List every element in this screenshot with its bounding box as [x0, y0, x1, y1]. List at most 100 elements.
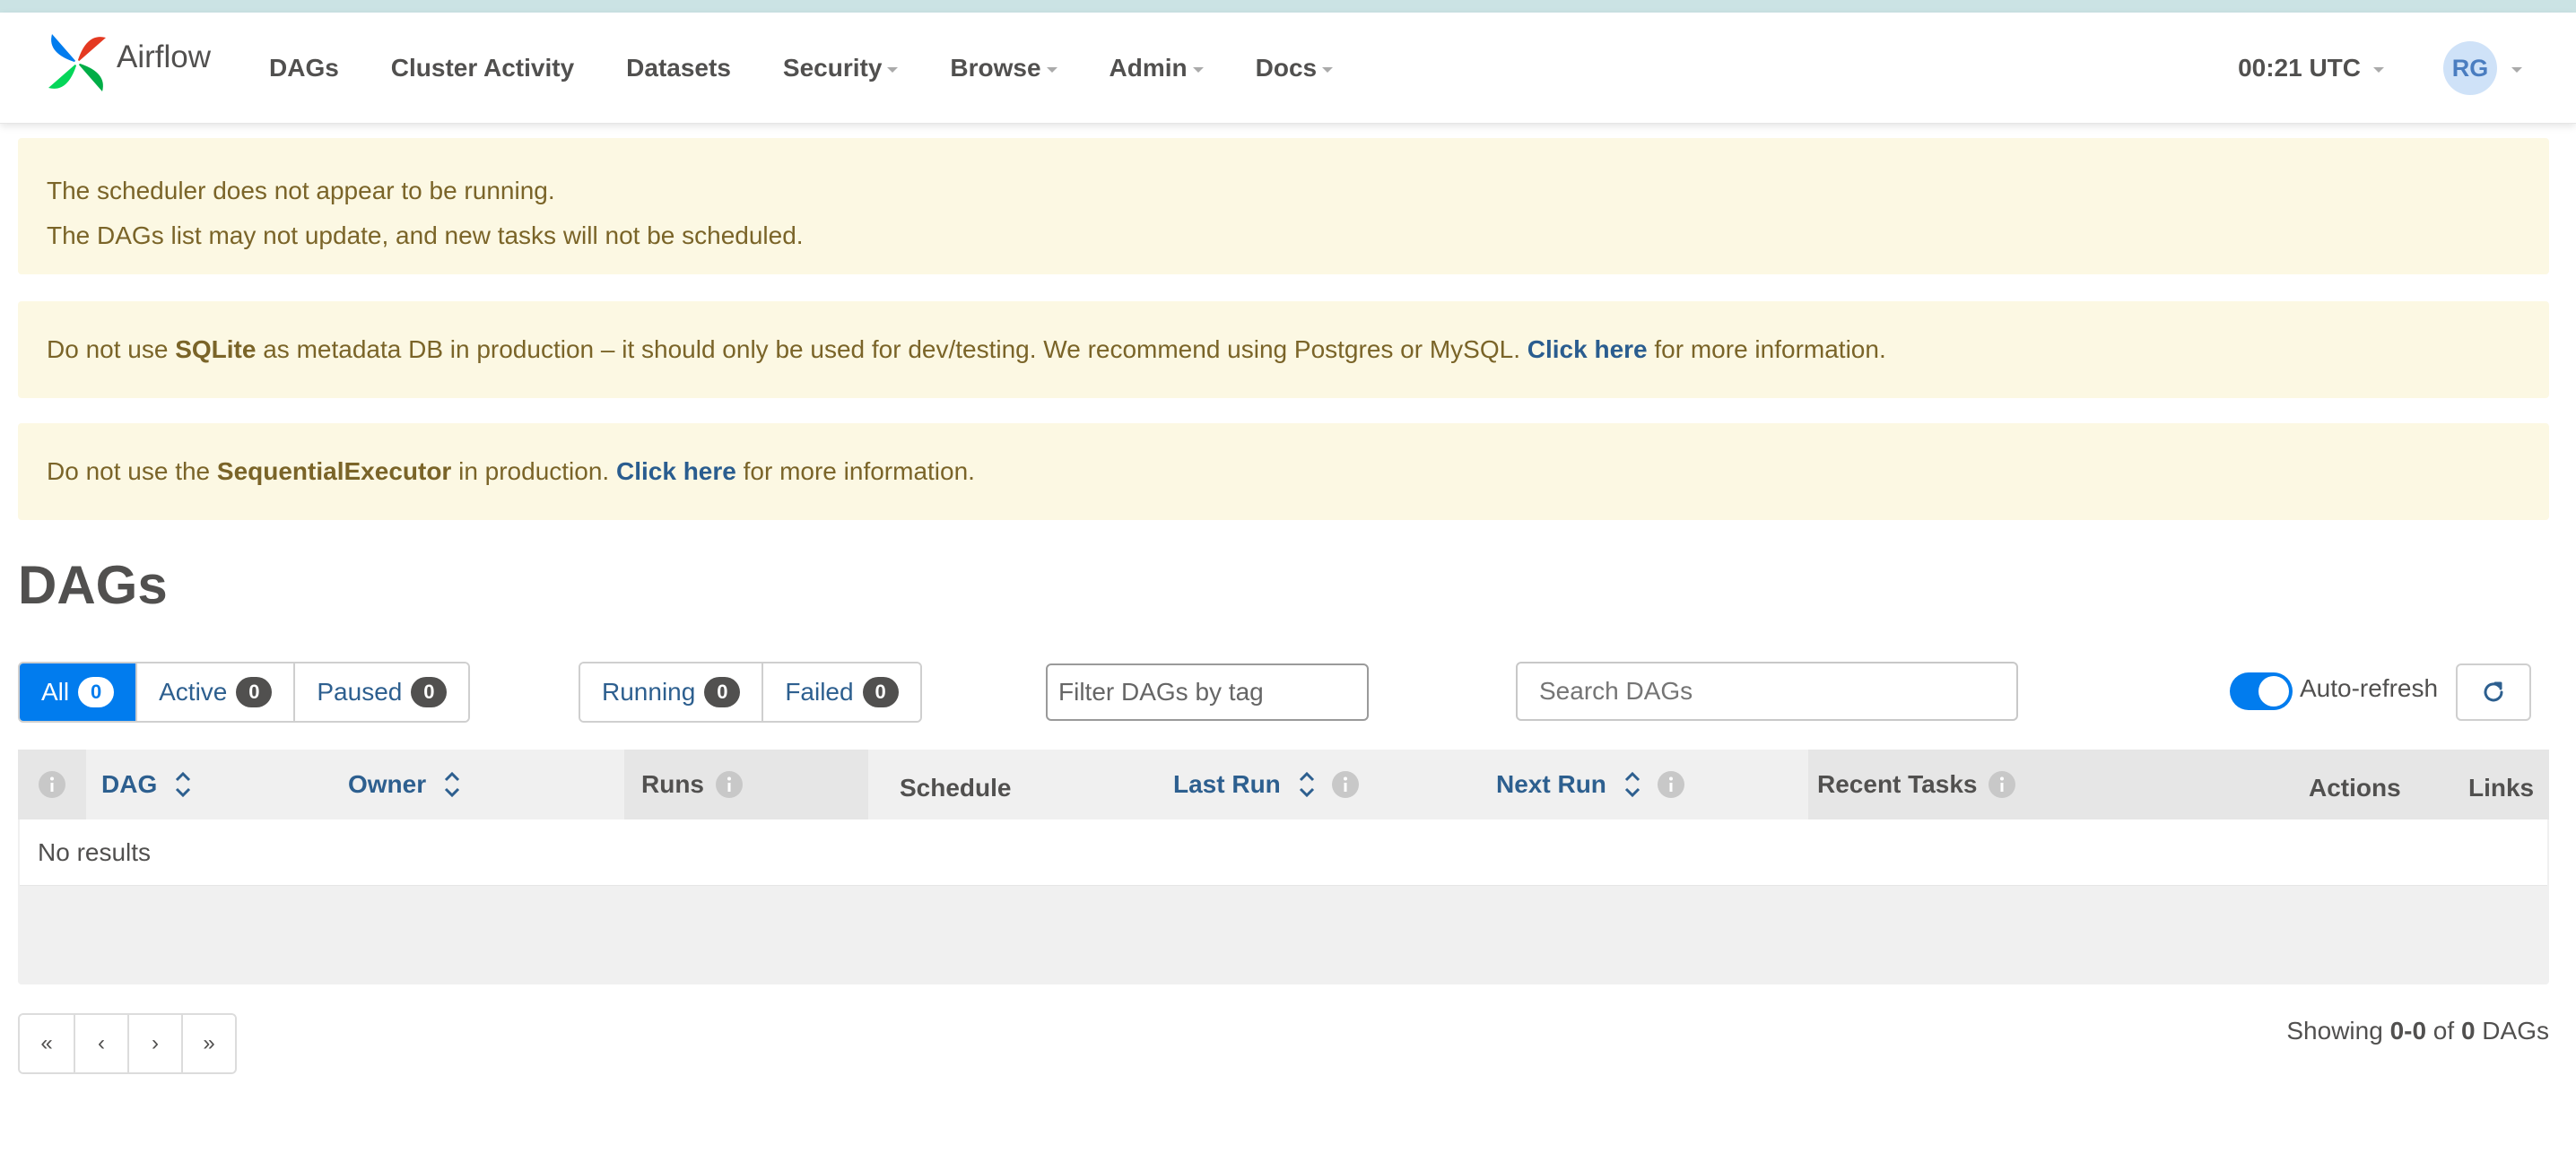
top-accent-stripe [0, 0, 2576, 13]
scheduler-warning-line2: The DAGs list may not update, and new ta… [47, 221, 804, 249]
executor-warning-alert: Do not use the SequentialExecutor in pro… [18, 423, 2549, 520]
auto-refresh-label: Auto-refresh [2300, 674, 2439, 702]
table-row-empty: No results [20, 819, 2547, 886]
sqlite-text-pre: Do not use [47, 335, 176, 363]
scheduler-warning-alert: The scheduler does not appear to be runn… [18, 138, 2549, 274]
nav-datasets-label: Datasets [626, 54, 731, 82]
info-icon[interactable] [715, 770, 744, 799]
sqlite-text-bold: SQLite [175, 335, 257, 363]
filter-failed-button[interactable]: Failed 0 [761, 663, 920, 721]
clock-time: 00:21 UTC [2238, 54, 2361, 82]
nav-datasets[interactable]: Datasets [626, 54, 731, 82]
showing-range: 0-0 [2389, 1017, 2427, 1045]
info-icon [39, 771, 65, 798]
last-page-button[interactable]: » [181, 1015, 235, 1072]
filter-all-count-badge: 0 [78, 677, 115, 707]
nav-docs-dropdown[interactable]: Docs [1256, 54, 1334, 82]
filter-paused-count-badge: 0 [411, 677, 448, 707]
caret-down-icon [1322, 67, 1334, 73]
tag-filter-select[interactable]: Filter DAGs by tag [1046, 663, 1369, 721]
sqlite-text-mid: as metadata DB in production – it should… [256, 335, 1527, 363]
filter-failed-label: Failed [785, 678, 854, 706]
sort-icon [1624, 771, 1640, 798]
status-filter-group: All 0 Active 0 Paused 0 [18, 662, 471, 723]
pagination: « ‹ › » [18, 1013, 237, 1074]
nav-admin-dropdown[interactable]: Admin [1110, 54, 1204, 82]
info-icon[interactable] [1331, 770, 1360, 799]
filter-running-label: Running [602, 678, 696, 706]
column-runs-header: Runs [641, 750, 744, 819]
showing-total: 0 [2460, 1017, 2476, 1045]
showing-count-text: Showing 0-0 of 0 DAGs [2286, 1017, 2549, 1045]
brand-link[interactable]: Airflow [43, 29, 211, 97]
page-title: DAGs [18, 555, 168, 615]
executor-info-link[interactable]: Click here [616, 457, 736, 486]
timezone-clock-dropdown[interactable]: 00:21 UTC [2238, 54, 2384, 82]
auto-refresh-toggle[interactable] [2230, 672, 2293, 710]
executor-text-mid: in production. [451, 457, 616, 485]
showing-post: DAGs [2475, 1017, 2549, 1045]
column-owner-header[interactable]: Owner [348, 750, 462, 819]
nav-browse-label: Browse [950, 54, 1041, 82]
column-actions-label: Actions [2309, 774, 2401, 802]
nav-right: 00:21 UTC RG [2238, 13, 2576, 124]
sort-icon [176, 771, 191, 798]
filter-paused-button[interactable]: Paused 0 [293, 663, 469, 721]
info-icon[interactable] [1988, 770, 2016, 799]
filter-failed-count-badge: 0 [862, 677, 899, 707]
filter-active-count-badge: 0 [236, 677, 273, 707]
showing-mid: of [2426, 1017, 2461, 1045]
column-dag-label: DAG [101, 770, 158, 798]
sqlite-info-link[interactable]: Click here [1527, 335, 1648, 364]
caret-down-icon [1192, 67, 1204, 73]
user-menu-caret-icon[interactable] [2511, 67, 2522, 73]
column-next-run-header[interactable]: Next Run [1496, 750, 1685, 819]
caret-down-icon [887, 67, 899, 73]
info-icon[interactable] [1657, 770, 1685, 799]
executor-text-post: for more information. [735, 457, 975, 485]
next-page-button[interactable]: › [127, 1015, 181, 1072]
nav-cluster-activity[interactable]: Cluster Activity [391, 54, 574, 82]
column-last-run-header[interactable]: Last Run [1173, 750, 1360, 819]
column-recent-tasks-header: Recent Tasks [1817, 750, 2016, 819]
filter-running-count-badge: 0 [704, 677, 741, 707]
column-links-header: Links [2468, 753, 2534, 823]
nav-admin-label: Admin [1109, 54, 1188, 82]
dags-table-header: DAG Owner Runs Schedule Last Run Next Ru… [18, 750, 2549, 819]
navbar: Airflow DAGs Cluster Activity Datasets S… [0, 13, 2576, 124]
tag-filter-placeholder: Filter DAGs by tag [1058, 678, 1264, 706]
dags-table: DAG Owner Runs Schedule Last Run Next Ru… [18, 750, 2549, 984]
sort-icon [445, 771, 460, 798]
refresh-button[interactable] [2456, 663, 2531, 721]
first-page-button[interactable]: « [20, 1015, 74, 1072]
user-avatar[interactable]: RG [2443, 41, 2497, 95]
run-state-filter-group: Running 0 Failed 0 [579, 662, 922, 723]
nav-security-dropdown[interactable]: Security [783, 54, 899, 82]
filter-active-label: Active [159, 678, 228, 706]
brand-name: Airflow [117, 39, 212, 74]
empty-results-text: No results [38, 837, 152, 866]
nav-browse-dropdown[interactable]: Browse [950, 54, 1057, 82]
refresh-icon [2484, 681, 2503, 702]
filter-all-button[interactable]: All 0 [20, 663, 136, 721]
nav-dags[interactable]: DAGs [269, 54, 339, 82]
showing-pre: Showing [2286, 1017, 2390, 1045]
executor-text-bold: SequentialExecutor [216, 457, 452, 485]
nav-dags-label: DAGs [269, 54, 339, 82]
caret-down-icon [1046, 67, 1057, 73]
nav-security-label: Security [782, 54, 883, 82]
sort-icon [1299, 771, 1314, 798]
column-schedule-header: Schedule [900, 753, 1011, 823]
executor-text-pre: Do not use the [47, 457, 217, 485]
scheduler-warning-line1: The scheduler does not appear to be runn… [47, 177, 555, 204]
search-dags-input[interactable] [1516, 662, 2018, 721]
filter-running-button[interactable]: Running 0 [580, 663, 762, 721]
column-last-run-label: Last Run [1173, 770, 1281, 798]
column-dag-header[interactable]: DAG [101, 750, 193, 819]
filter-active-button[interactable]: Active 0 [135, 663, 294, 721]
column-actions-header: Actions [2309, 753, 2401, 823]
previous-page-button[interactable]: ‹ [74, 1015, 127, 1072]
main-nav: DAGs Cluster Activity Datasets Security … [269, 13, 1385, 124]
column-recent-tasks-label: Recent Tasks [1817, 770, 1978, 798]
toggle-knob [2258, 676, 2289, 707]
